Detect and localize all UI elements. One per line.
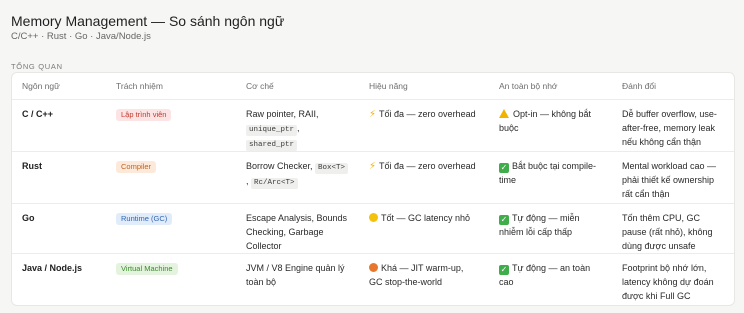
responsibility-cell: Runtime (GC) bbox=[106, 203, 236, 254]
lightning-icon: ⚡ bbox=[369, 108, 377, 120]
responsibility-cell: Virtual Machine bbox=[106, 253, 236, 305]
performance-cell: ⚡ Tối đa — zero overhead bbox=[359, 99, 489, 152]
code-tag: Box<T> bbox=[315, 162, 349, 174]
safety-text: Tự động — an toàn cao bbox=[499, 262, 591, 287]
code-tag: unique_ptr bbox=[246, 124, 298, 136]
tradeoff-cell: Dễ buffer overflow, use-after-free, memo… bbox=[612, 99, 734, 152]
column-header: Ngôn ngữ bbox=[12, 73, 106, 100]
mechanism-cell: JVM / V8 Engine quản lý toàn bộ bbox=[246, 262, 345, 287]
safety-text: Bắt buộc tại compile-time bbox=[499, 160, 597, 185]
tradeoff-cell: Mental workload cao — phải thiết kế owne… bbox=[612, 151, 734, 204]
table-row: Java / Node.js Virtual Machine JVM / V8 … bbox=[12, 253, 734, 305]
language-cell: Java / Node.js bbox=[22, 262, 83, 273]
responsibility-badge: Runtime (GC) bbox=[116, 212, 173, 225]
column-header: An toàn bộ nhớ bbox=[489, 73, 612, 100]
column-header: Trách nhiệm bbox=[106, 73, 236, 100]
safety-cell: ✓ Tự động — an toàn cao bbox=[489, 253, 612, 305]
check-icon: ✓ bbox=[499, 264, 509, 275]
responsibility-badge: Virtual Machine bbox=[116, 262, 178, 275]
performance-text: Tốt — GC latency nhỏ bbox=[381, 212, 471, 223]
lightning-icon: ⚡ bbox=[369, 160, 377, 172]
language-cell: Rust bbox=[12, 151, 106, 204]
code-tag: Rc/Arc<T> bbox=[251, 177, 298, 189]
mechanism-cell: Raw pointer, RAII, unique_ptr, shared_pt… bbox=[236, 99, 359, 152]
language-cell: C / C++ bbox=[12, 99, 106, 152]
responsibility-cell: Lập trình viên bbox=[106, 99, 236, 152]
performance-text: Tối đa — zero overhead bbox=[379, 108, 476, 119]
page-title: Memory Management — So sánh ngôn ngữ bbox=[11, 13, 285, 29]
responsibility-cell: Compiler bbox=[106, 151, 236, 204]
yellow-circle-icon bbox=[369, 212, 378, 222]
tradeoff-cell: Tốn thêm CPU, GC pause (rất nhỏ), không … bbox=[612, 203, 734, 254]
performance-cell: Khá — JIT warm-up, GC stop-the-world bbox=[359, 253, 489, 305]
column-header: Cơ chế bbox=[236, 73, 359, 100]
responsibility-badge: Lập trình viên bbox=[116, 108, 172, 121]
mechanism-cell: Borrow Checker, Box<T>, Rc/Arc<T> bbox=[236, 151, 359, 204]
comparison-table-card: Ngôn ngữ Trách nhiệm Cơ chế Hiệu năng An… bbox=[11, 72, 735, 306]
mechanism-cell: Escape Analysis, Bounds Checking, Garbag… bbox=[236, 203, 359, 254]
code-tag: shared_ptr bbox=[246, 139, 298, 151]
column-header: Đánh đổi bbox=[612, 73, 734, 100]
table-header-row: Ngôn ngữ Trách nhiệm Cơ chế Hiệu năng An… bbox=[12, 73, 734, 100]
tradeoff-cell: Footprint bộ nhớ lớn, latency không dự đ… bbox=[622, 262, 714, 301]
performance-cell: Tốt — GC latency nhỏ bbox=[359, 203, 489, 254]
safety-text: Tự động — miễn nhiễm lỗi cấp thấp bbox=[499, 212, 580, 237]
check-icon: ✓ bbox=[499, 162, 509, 173]
orange-circle-icon bbox=[369, 262, 378, 272]
check-icon: ✓ bbox=[499, 214, 509, 225]
warning-icon bbox=[499, 108, 509, 118]
safety-cell: ✓ Bắt buộc tại compile-time bbox=[489, 151, 612, 204]
comparison-table: Ngôn ngữ Trách nhiệm Cơ chế Hiệu năng An… bbox=[12, 73, 734, 305]
page-subtitle: C/C++ · Rust · Go · Java/Node.js bbox=[11, 31, 151, 42]
safety-text: Opt-in — không bắt buộc bbox=[499, 108, 592, 133]
section-label: TỔNG QUAN bbox=[11, 62, 63, 71]
column-header: Hiệu năng bbox=[359, 73, 489, 100]
language-cell: Go bbox=[12, 203, 106, 254]
mechanism-text: Raw pointer, RAII, bbox=[246, 108, 319, 119]
table-row: Rust Compiler Borrow Checker, Box<T>, Rc… bbox=[12, 151, 734, 204]
safety-cell: ✓ Tự động — miễn nhiễm lỗi cấp thấp bbox=[489, 203, 612, 254]
safety-cell: Opt-in — không bắt buộc bbox=[489, 99, 612, 152]
mechanism-text: Borrow Checker, bbox=[246, 160, 313, 171]
table-row: C / C++ Lập trình viên Raw pointer, RAII… bbox=[12, 99, 734, 152]
performance-text: Tối đa — zero overhead bbox=[379, 160, 476, 171]
performance-cell: ⚡ Tối đa — zero overhead bbox=[359, 151, 489, 204]
performance-text: Khá — JIT warm-up, GC stop-the-world bbox=[369, 262, 464, 287]
responsibility-badge: Compiler bbox=[116, 160, 157, 173]
table-row: Go Runtime (GC) Escape Analysis, Bounds … bbox=[12, 203, 734, 254]
